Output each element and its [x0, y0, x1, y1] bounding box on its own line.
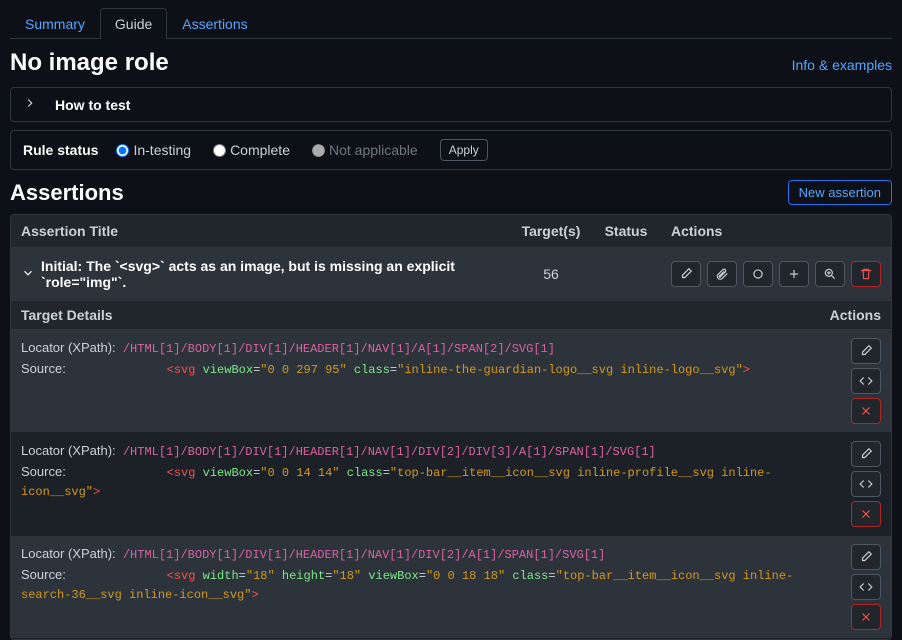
source-code: <svg viewBox="0 0 297 95" class="inline-… — [167, 363, 750, 377]
xpath-value: /HTML[1]/BODY[1]/DIV[1]/HEADER[1]/NAV[1]… — [123, 342, 555, 356]
source-label: Source: — [21, 567, 66, 582]
detail-edit-button[interactable] — [851, 338, 881, 364]
assertion-row: Initial: The `<svg>` acts as an image, b… — [11, 248, 891, 301]
details-actions-label: Actions — [811, 307, 881, 323]
detail-code-button[interactable] — [851, 471, 881, 497]
target-detail-row: Locator (XPath): /HTML[1]/BODY[1]/DIV[1]… — [11, 536, 891, 639]
radio-complete[interactable]: Complete — [213, 142, 290, 158]
tab-summary[interactable]: Summary — [10, 8, 100, 39]
xpath-value: /HTML[1]/BODY[1]/DIV[1]/HEADER[1]/NAV[1]… — [123, 548, 605, 562]
tab-guide[interactable]: Guide — [100, 8, 167, 39]
tab-assertions[interactable]: Assertions — [167, 8, 262, 39]
source-code: <svg viewBox="0 0 14 14" class="top-bar_… — [21, 466, 772, 499]
radio-not-applicable-input — [312, 144, 325, 157]
locator-label: Locator (XPath): — [21, 546, 116, 561]
target-details-header: Target Details Actions — [11, 301, 891, 330]
attach-button[interactable] — [707, 261, 737, 287]
col-actions: Actions — [661, 223, 881, 239]
col-status: Status — [591, 223, 661, 239]
page-title: No image role — [10, 49, 892, 77]
add-button[interactable] — [779, 261, 809, 287]
detail-delete-button[interactable] — [851, 501, 881, 527]
target-detail-row: Locator (XPath): /HTML[1]/BODY[1]/DIV[1]… — [11, 330, 891, 433]
radio-in-testing[interactable]: In-testing — [116, 142, 191, 158]
source-code: <svg width="18" height="18" viewBox="0 0… — [21, 569, 793, 602]
radio-not-applicable: Not applicable — [312, 142, 418, 158]
detail-code-button[interactable] — [851, 574, 881, 600]
detail-edit-button[interactable] — [851, 544, 881, 570]
rule-status-label: Rule status — [23, 142, 98, 158]
col-targets: Target(s) — [511, 223, 591, 239]
target-detail-row: Locator (XPath): /HTML[1]/BODY[1]/DIV[1]… — [11, 433, 891, 536]
locator-label: Locator (XPath): — [21, 443, 116, 458]
locator-label: Locator (XPath): — [21, 340, 116, 355]
source-label: Source: — [21, 361, 66, 376]
xpath-value: /HTML[1]/BODY[1]/DIV[1]/HEADER[1]/NAV[1]… — [123, 445, 656, 459]
detail-delete-button[interactable] — [851, 604, 881, 630]
detail-code-button[interactable] — [851, 368, 881, 394]
new-assertion-button[interactable]: New assertion — [788, 180, 892, 205]
assertions-table: Assertion Title Target(s) Status Actions… — [10, 214, 892, 640]
zoom-button[interactable] — [815, 261, 845, 287]
how-to-test-label: How to test — [55, 97, 130, 113]
edit-button[interactable] — [671, 261, 701, 287]
tab-bar: Summary Guide Assertions — [10, 8, 892, 39]
detail-edit-button[interactable] — [851, 441, 881, 467]
assertions-heading: Assertions — [10, 180, 892, 206]
radio-in-testing-input[interactable] — [116, 144, 129, 157]
how-to-test-panel[interactable]: How to test — [10, 87, 892, 122]
assertion-targets: 56 — [511, 266, 591, 282]
info-examples-link[interactable]: Info & examples — [792, 57, 892, 73]
delete-button[interactable] — [851, 261, 881, 287]
radio-complete-input[interactable] — [213, 144, 226, 157]
chevron-down-icon[interactable] — [21, 266, 35, 283]
target-details-label: Target Details — [21, 307, 113, 323]
apply-button[interactable]: Apply — [440, 139, 488, 161]
detail-delete-button[interactable] — [851, 398, 881, 424]
source-label: Source: — [21, 464, 66, 479]
assertion-title: Initial: The `<svg>` acts as an image, b… — [41, 258, 511, 290]
table-header: Assertion Title Target(s) Status Actions — [11, 215, 891, 248]
col-title: Assertion Title — [21, 223, 511, 239]
chevron-right-icon — [23, 96, 37, 113]
rule-status-panel: Rule status In-testing Complete Not appl… — [10, 130, 892, 170]
circle-button[interactable] — [743, 261, 773, 287]
